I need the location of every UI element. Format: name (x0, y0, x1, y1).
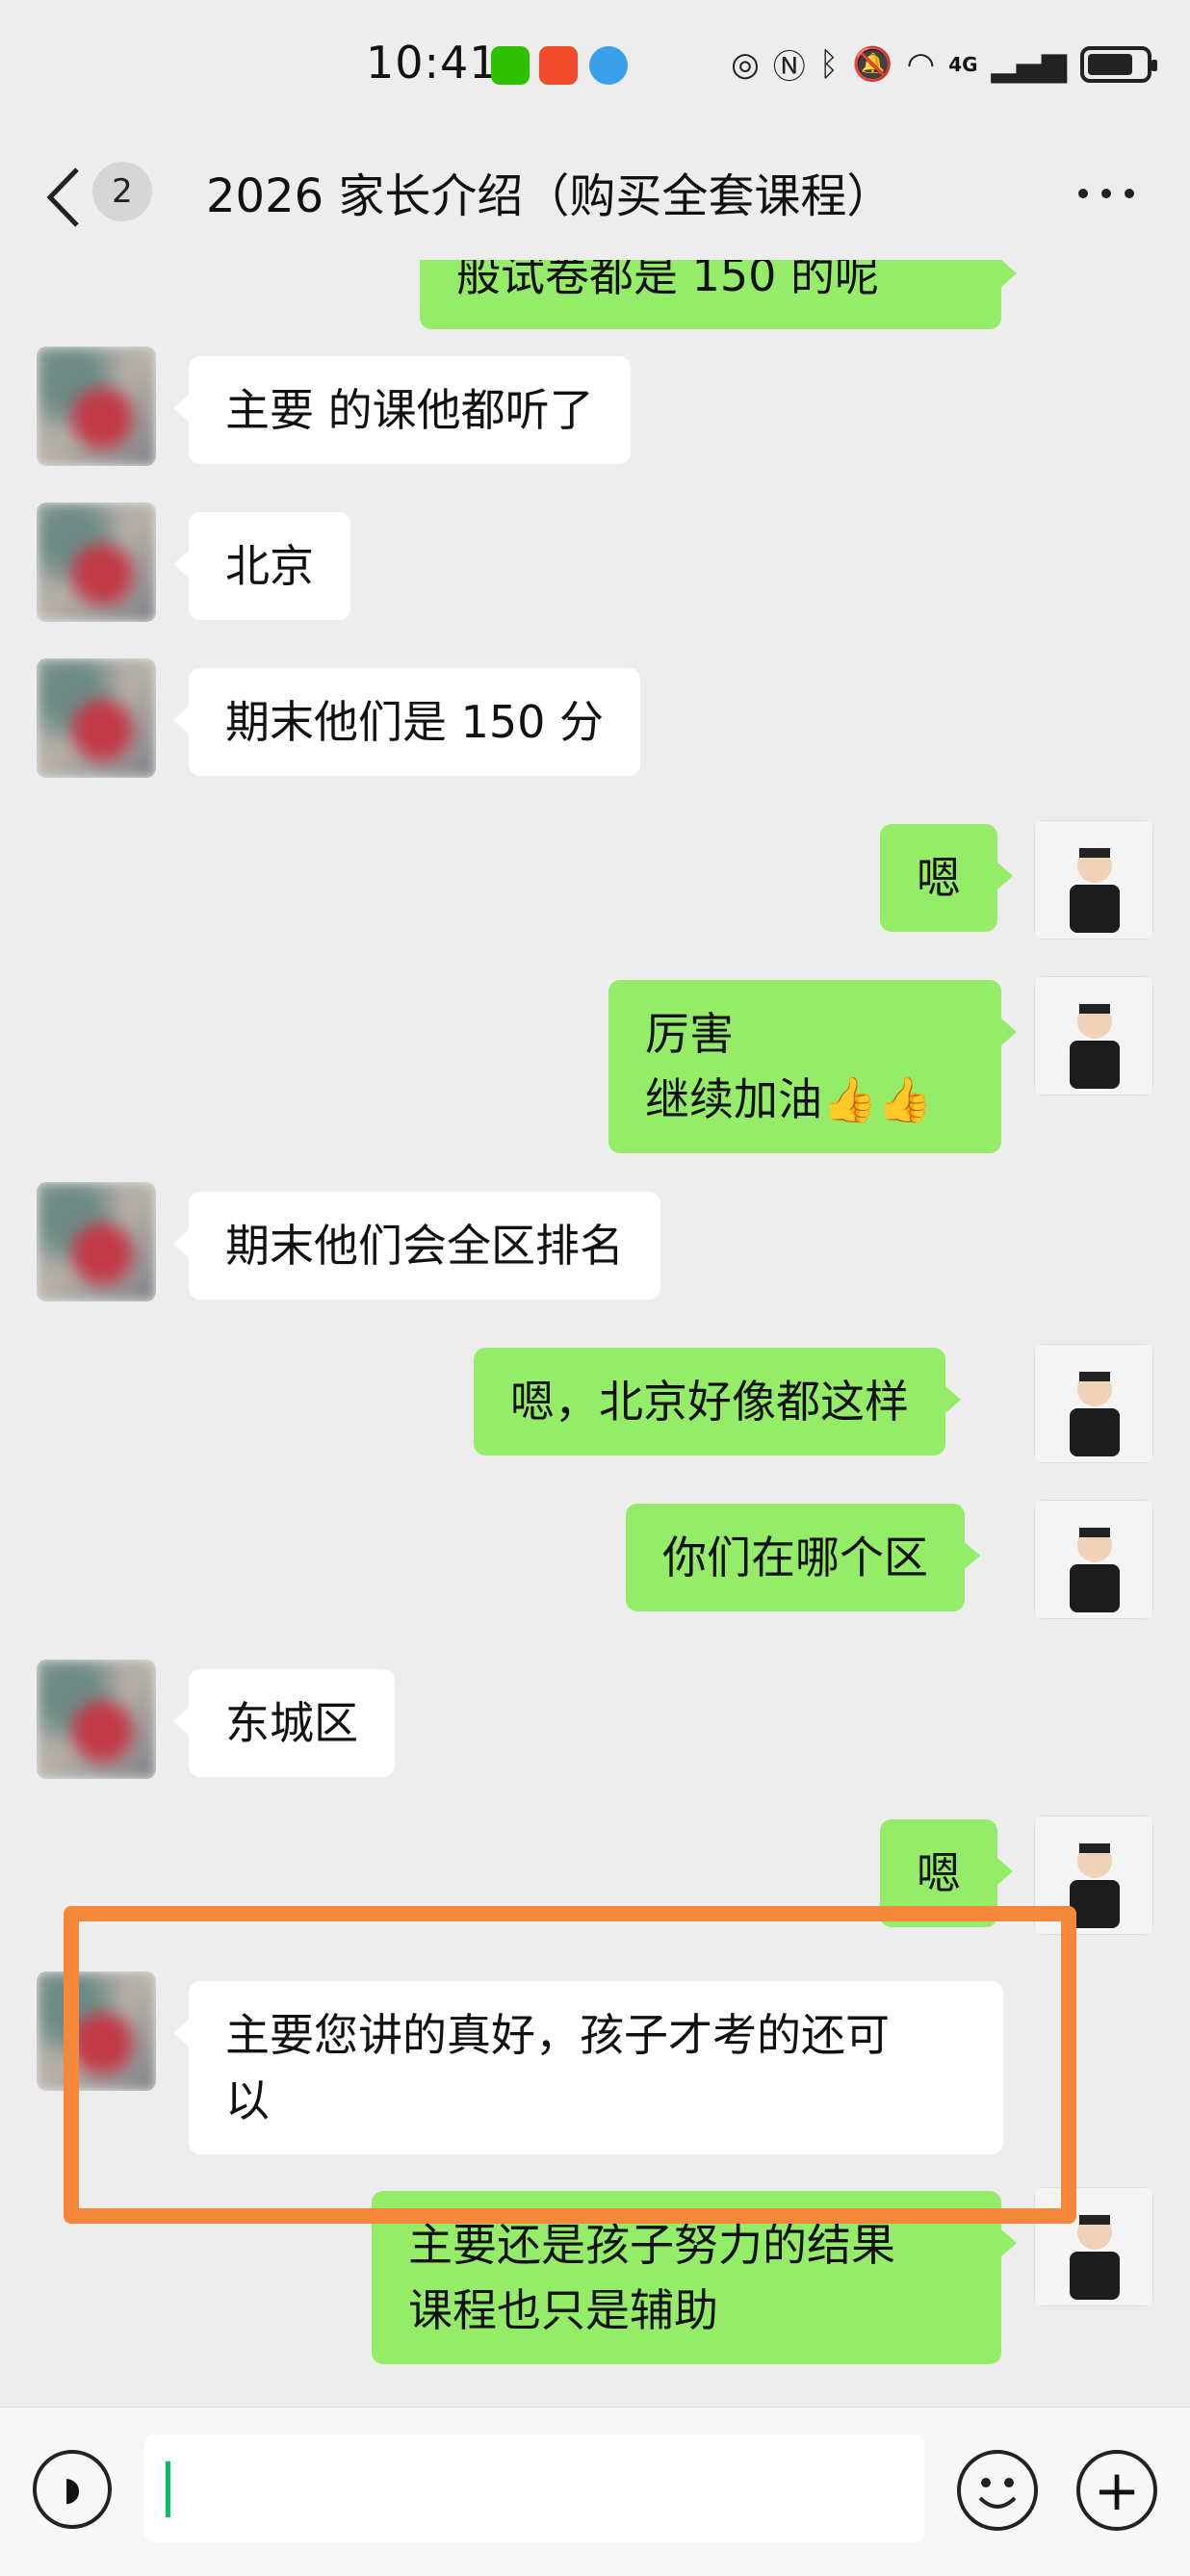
highlight-annotation (64, 1906, 1076, 2224)
network-type: 4G (948, 52, 978, 76)
message-bubble-in[interactable]: 期末他们会全区排名 (173, 1192, 660, 1300)
more-icon[interactable] (1078, 189, 1134, 198)
message-bubble-out[interactable]: 你们在哪个区 (626, 1504, 980, 1611)
message-bubble-out[interactable]: 般试卷都是 150 的呢 (420, 260, 1017, 329)
text-caret (166, 2461, 170, 2517)
page-title: 2026 家长介绍（购买全套课程） (206, 169, 893, 223)
contact-avatar[interactable] (37, 1660, 156, 1779)
message-bubble-in[interactable]: 期末他们是 150 分 (172, 668, 641, 776)
wifi-icon: ◠ (906, 44, 936, 84)
my-avatar[interactable] (1034, 820, 1153, 940)
battery-icon (1080, 45, 1157, 83)
my-avatar[interactable] (1034, 1344, 1153, 1463)
message-bubble-out[interactable]: 嗯，北京好像都这样 (474, 1348, 961, 1455)
mute-icon: 🔕 (852, 44, 893, 84)
bluetooth-icon: ᛒ (818, 44, 840, 84)
plus-button[interactable]: + (1076, 2450, 1157, 2531)
contact-avatar[interactable] (37, 658, 156, 778)
contact-avatar[interactable] (37, 502, 156, 622)
back-icon[interactable] (40, 164, 89, 231)
emoji-icon (978, 2478, 1017, 2509)
contact-avatar[interactable] (37, 1182, 156, 1301)
browser-icon (589, 46, 628, 85)
contact-avatar[interactable] (37, 347, 156, 466)
my-avatar[interactable] (1034, 976, 1153, 1095)
signal-icon: ▂▄▆ (991, 44, 1067, 84)
red-packet-icon (539, 46, 578, 85)
message-bubble-in[interactable]: 北京 (173, 512, 350, 620)
status-time: 10:41 (366, 37, 499, 89)
hd-call-icon: ◎ (731, 44, 760, 84)
my-avatar[interactable] (1034, 1500, 1153, 1619)
emoji-button[interactable] (957, 2450, 1038, 2531)
unread-badge[interactable]: 2 (92, 162, 152, 221)
status-bar: 10:41 ◎ Ⓝ ᛒ 🔕 ◠ 4G ▂▄▆ (0, 0, 1190, 135)
voice-icon: ◗ (64, 2470, 81, 2509)
nfc-icon: Ⓝ (772, 48, 806, 87)
message-bubble-in[interactable]: 东城区 (173, 1669, 395, 1777)
input-bar: ◗ + (0, 2407, 1190, 2576)
battery-cap (1151, 59, 1157, 71)
message-bubble-in[interactable]: 主要 的课他都听了 (173, 356, 631, 464)
message-input[interactable] (144, 2434, 924, 2542)
battery-fill (1088, 53, 1132, 75)
message-bubble-out[interactable]: 厉害 继续加油👍👍 (608, 980, 1017, 1153)
message-list[interactable]: 般试卷都是 150 的呢 主要 的课他都听了 北京 期末他们是 150 分 嗯 … (0, 260, 1190, 2407)
plus-icon: + (1093, 2458, 1141, 2523)
wechat-icon (491, 46, 530, 85)
message-bubble-out[interactable]: 嗯 (880, 824, 1013, 932)
status-icons: ◎ Ⓝ ᛒ 🔕 ◠ 4G ▂▄▆ (731, 40, 1157, 88)
voice-button[interactable]: ◗ (33, 2450, 112, 2529)
